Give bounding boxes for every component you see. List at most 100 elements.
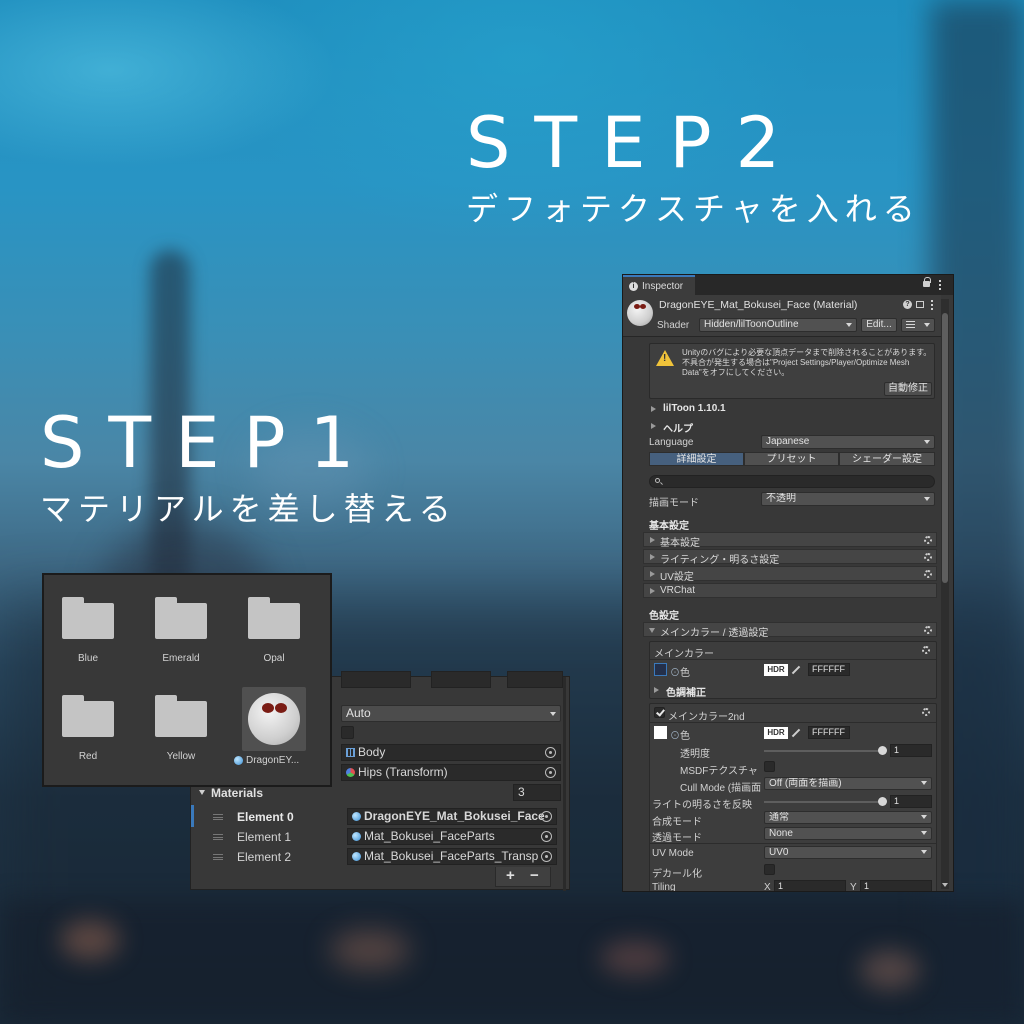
step1-subtitle: マテリアルを差し替える [40, 490, 457, 528]
inspector-scrollbar[interactable] [941, 299, 949, 889]
foldout-arrow-icon [650, 554, 655, 560]
gear-icon[interactable] [922, 708, 930, 716]
foldout-arrow-icon[interactable] [654, 687, 659, 693]
light-slider-knob[interactable] [878, 797, 887, 806]
mesh-field[interactable]: Body [341, 744, 561, 761]
blend-mode-dropdown[interactable]: 通常 [764, 811, 932, 824]
section-uv-settings[interactable]: UV設定 [643, 566, 937, 583]
hdr-badge[interactable]: HDR [764, 664, 788, 676]
shader-options-dropdown[interactable] [901, 318, 935, 332]
object-picker-icon[interactable] [545, 747, 556, 758]
tab-advanced-settings[interactable]: 詳細設定 [649, 452, 744, 466]
materials-count-field[interactable]: 3 [513, 784, 561, 801]
section-lighting[interactable]: ライティング・明るさ設定 [643, 549, 937, 566]
edit-shader-button[interactable]: Edit... [861, 318, 897, 332]
eye-mark-icon [262, 703, 274, 713]
hdr-badge[interactable]: HDR [764, 727, 788, 739]
opacity-slider-knob[interactable] [878, 746, 887, 755]
more-options-icon[interactable] [931, 300, 933, 310]
color-swatch[interactable] [654, 663, 667, 676]
bounds-field[interactable] [507, 671, 563, 688]
foldout-arrow-icon[interactable] [651, 406, 656, 412]
help-foldout-label[interactable]: ヘルプ [663, 420, 693, 435]
object-picker-icon[interactable] [541, 811, 552, 822]
gear-icon[interactable] [924, 536, 932, 544]
section-label: ライティング・明るさ設定 [660, 555, 780, 566]
language-dropdown[interactable]: Japanese [761, 435, 935, 449]
element-material-field[interactable]: Mat_Bokusei_FaceParts [347, 828, 557, 845]
render-mode-value: 不透明 [766, 493, 796, 504]
section-main-color[interactable]: メインカラー / 透過設定 [643, 622, 937, 639]
folder-opal[interactable]: Opal [234, 597, 314, 664]
tiling-x-field[interactable]: 1 [774, 880, 846, 891]
hex-color-field[interactable]: FFFFFF [808, 726, 850, 739]
element-material-field[interactable]: Mat_Bokusei_FaceParts_Transp [347, 848, 557, 865]
material-header: DragonEYE_Mat_Bokusei_Face (Material) ? … [623, 295, 941, 337]
foldout-arrow-icon[interactable] [651, 423, 656, 429]
gear-icon[interactable] [924, 570, 932, 578]
shader-dropdown[interactable]: Hidden/lilToonOutline [699, 318, 857, 332]
drag-handle-icon[interactable] [213, 854, 223, 860]
gear-icon[interactable] [924, 553, 932, 561]
section-basic-settings[interactable]: 基本設定 [643, 532, 937, 549]
help-icon[interactable]: ? [903, 300, 912, 309]
light-value-field[interactable]: 1 [890, 795, 932, 808]
eyedropper-icon[interactable] [791, 728, 801, 738]
color-settings-header: 色設定 [649, 611, 679, 622]
cull-mode-dropdown[interactable]: Off (両面を描画) [764, 777, 932, 790]
element-material-field[interactable]: DragonEYE_Mat_Bokusei_Face [347, 808, 557, 825]
lock-icon[interactable] [923, 277, 931, 287]
bounds-field[interactable] [431, 671, 491, 688]
folder-red[interactable]: Red [48, 695, 128, 762]
color-swatch[interactable] [654, 726, 667, 739]
hex-color-field[interactable]: FFFFFF [808, 663, 850, 676]
group-title: メインカラー [654, 649, 714, 660]
main-color-2nd-checkbox[interactable] [654, 707, 665, 718]
auto-fix-button[interactable]: 自動修正 [884, 382, 932, 396]
light-slider-track[interactable] [764, 801, 884, 803]
object-picker-icon[interactable] [541, 851, 552, 862]
gear-icon[interactable] [922, 646, 930, 654]
folder-emerald[interactable]: Emerald [141, 597, 221, 664]
tone-correction-label[interactable]: 色調補正 [666, 684, 706, 699]
object-picker-icon[interactable] [545, 767, 556, 778]
material-asset-label[interactable]: DragonEY... [234, 755, 330, 766]
folder-blue[interactable]: Blue [48, 597, 128, 664]
opacity-value-field[interactable]: 1 [890, 744, 932, 757]
object-picker-icon[interactable] [541, 831, 552, 842]
preset-icon[interactable] [916, 301, 924, 308]
update-offscreen-checkbox[interactable] [341, 726, 354, 739]
gear-icon[interactable] [924, 626, 932, 634]
render-mode-dropdown[interactable]: 不透明 [761, 492, 935, 506]
folder-icon [155, 597, 207, 639]
material-thumbnail[interactable] [242, 687, 306, 751]
folder-yellow[interactable]: Yellow [141, 695, 221, 762]
opacity-slider-track[interactable] [764, 750, 884, 752]
section-vrchat[interactable]: VRChat [643, 583, 937, 598]
eyedropper-icon[interactable] [791, 665, 801, 675]
panel-scrollbar[interactable] [563, 677, 566, 891]
decal-checkbox[interactable] [764, 864, 775, 875]
tiling-y-field[interactable]: 1 [860, 880, 932, 891]
scrollbar-thumb[interactable] [942, 313, 948, 583]
more-options-icon[interactable] [939, 280, 941, 290]
drag-handle-icon[interactable] [213, 814, 223, 820]
root-bone-field[interactable]: Hips (Transform) [341, 764, 561, 781]
materials-foldout-icon[interactable] [199, 790, 205, 795]
element-value: Mat_Bokusei_FaceParts [364, 829, 495, 843]
uv-mode-dropdown[interactable]: UV0 [764, 846, 932, 859]
tab-shader-settings[interactable]: シェーダー設定 [839, 452, 935, 466]
color2-label: ⊙色 [670, 731, 690, 742]
language-label: Language [649, 437, 694, 448]
scroll-down-arrow-icon[interactable] [942, 883, 948, 887]
add-element-button[interactable]: + [506, 867, 515, 884]
bounds-field[interactable] [341, 671, 411, 688]
msdf-checkbox[interactable] [764, 761, 775, 772]
quality-dropdown[interactable]: Auto [341, 705, 561, 722]
tab-presets[interactable]: プリセット [744, 452, 839, 466]
drag-handle-icon[interactable] [213, 834, 223, 840]
alpha-mode-dropdown[interactable]: None [764, 827, 932, 840]
tab-inspector[interactable]: i Inspector [623, 275, 695, 295]
remove-element-button[interactable]: − [530, 867, 539, 884]
search-input[interactable] [649, 475, 935, 488]
